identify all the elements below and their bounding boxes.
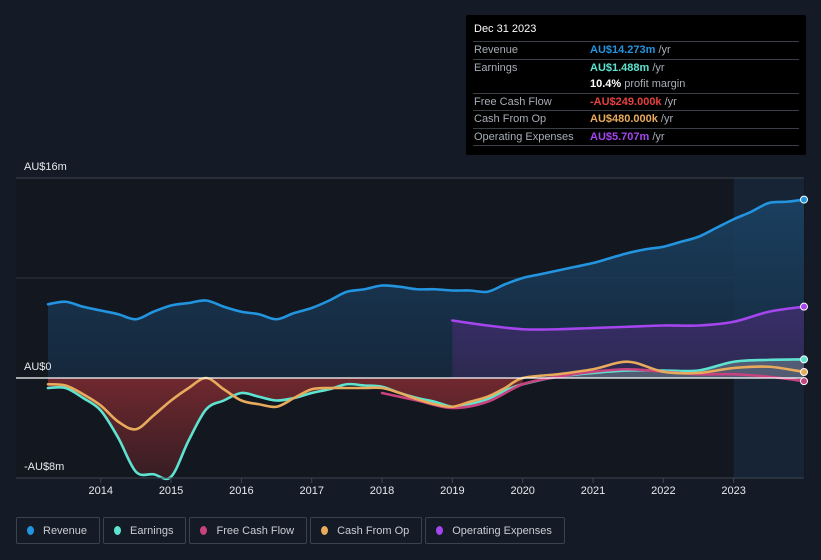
x-tick-label: 2014: [89, 485, 113, 497]
legend: Revenue Earnings Free Cash Flow Cash From O…: [16, 517, 565, 544]
legend-item-revenue[interactable]: Revenue: [16, 517, 101, 544]
x-tick-label: 2015: [159, 485, 183, 497]
tooltip-unit: /yr: [664, 95, 677, 108]
tooltip: Dec 31 2023 Revenue AU$14.273m/yr Earnings…: [466, 15, 806, 155]
tooltip-row: Cash From Op AU$480.000k/yr: [473, 111, 799, 129]
x-tick-label: 2017: [299, 485, 323, 497]
tooltip-value: AU$5.707m: [590, 130, 650, 143]
legend-dot-icon: [200, 526, 208, 535]
revenue-end-dot: [800, 195, 808, 204]
tooltip-row: Earnings AU$1.488m/yr: [473, 60, 799, 77]
y-tick-label: -AU$8m: [24, 461, 64, 473]
y-tick-label: AU$16m: [24, 161, 67, 173]
tooltip-row: 10.4% profit margin: [473, 76, 799, 94]
legend-label: Free Cash Flow: [216, 524, 295, 537]
free-cash-flow-end-dot: [800, 377, 808, 386]
legend-label: Operating Expenses: [452, 524, 552, 537]
tooltip-unit: /yr: [658, 44, 671, 56]
legend-item-operating-expenses[interactable]: Operating Expenses: [425, 517, 565, 544]
tooltip-label: Operating Expenses: [474, 130, 574, 143]
tooltip-value: 10.4%: [590, 78, 622, 90]
tooltip-row: Operating Expenses AU$5.707m/yr: [473, 129, 799, 146]
tooltip-row: Free Cash Flow -AU$249.000k/yr: [473, 94, 799, 111]
x-tick-label: 2020: [510, 485, 534, 497]
legend-label: Revenue: [43, 524, 88, 537]
x-tick-label: 2022: [651, 485, 675, 497]
cash-from-op-end-dot: [800, 368, 808, 376]
x-tick-label: 2016: [229, 485, 253, 497]
legend-dot-icon: [436, 526, 444, 535]
legend-label: Earnings: [130, 524, 174, 537]
tooltip-value: AU$14.273m: [590, 44, 656, 56]
legend-item-free-cash-flow[interactable]: Free Cash Flow: [189, 517, 308, 544]
tooltip-value: AU$480.000k: [590, 113, 658, 125]
tooltip-label: [473, 76, 590, 93]
legend-item-cash-from-op[interactable]: Cash From Op: [310, 517, 423, 544]
legend-dot-icon: [321, 526, 329, 535]
legend-dot-icon: [114, 526, 122, 535]
tooltip-unit: /yr: [652, 61, 665, 74]
tooltip-label: Earnings: [474, 61, 518, 74]
x-tick-label: 2021: [581, 485, 605, 497]
tooltip-row: Revenue AU$14.273m/yr: [473, 42, 799, 60]
x-tick-label: 2018: [370, 485, 394, 497]
tooltip-value: AU$1.488m: [590, 61, 650, 74]
legend-label: Cash From Op: [337, 524, 410, 537]
tooltip-label: Cash From Op: [474, 113, 547, 125]
tooltip-date: Dec 31 2023: [473, 23, 799, 42]
earnings-end-dot: [800, 355, 808, 364]
tooltip-value: -AU$249.000k: [590, 95, 662, 108]
legend-dot-icon: [27, 526, 34, 535]
tooltip-label: Revenue: [474, 44, 519, 56]
operating-expenses-end-dot: [800, 302, 808, 311]
y-tick-label: AU$0: [24, 361, 52, 373]
tooltip-label: Free Cash Flow: [474, 95, 552, 108]
legend-item-earnings[interactable]: Earnings: [103, 517, 187, 544]
tooltip-unit: profit margin: [624, 78, 686, 90]
x-tick-label: 2019: [440, 485, 464, 497]
tooltip-unit: /yr: [660, 113, 674, 125]
x-tick-label: 2023: [721, 485, 745, 497]
tooltip-unit: /yr: [652, 130, 665, 143]
